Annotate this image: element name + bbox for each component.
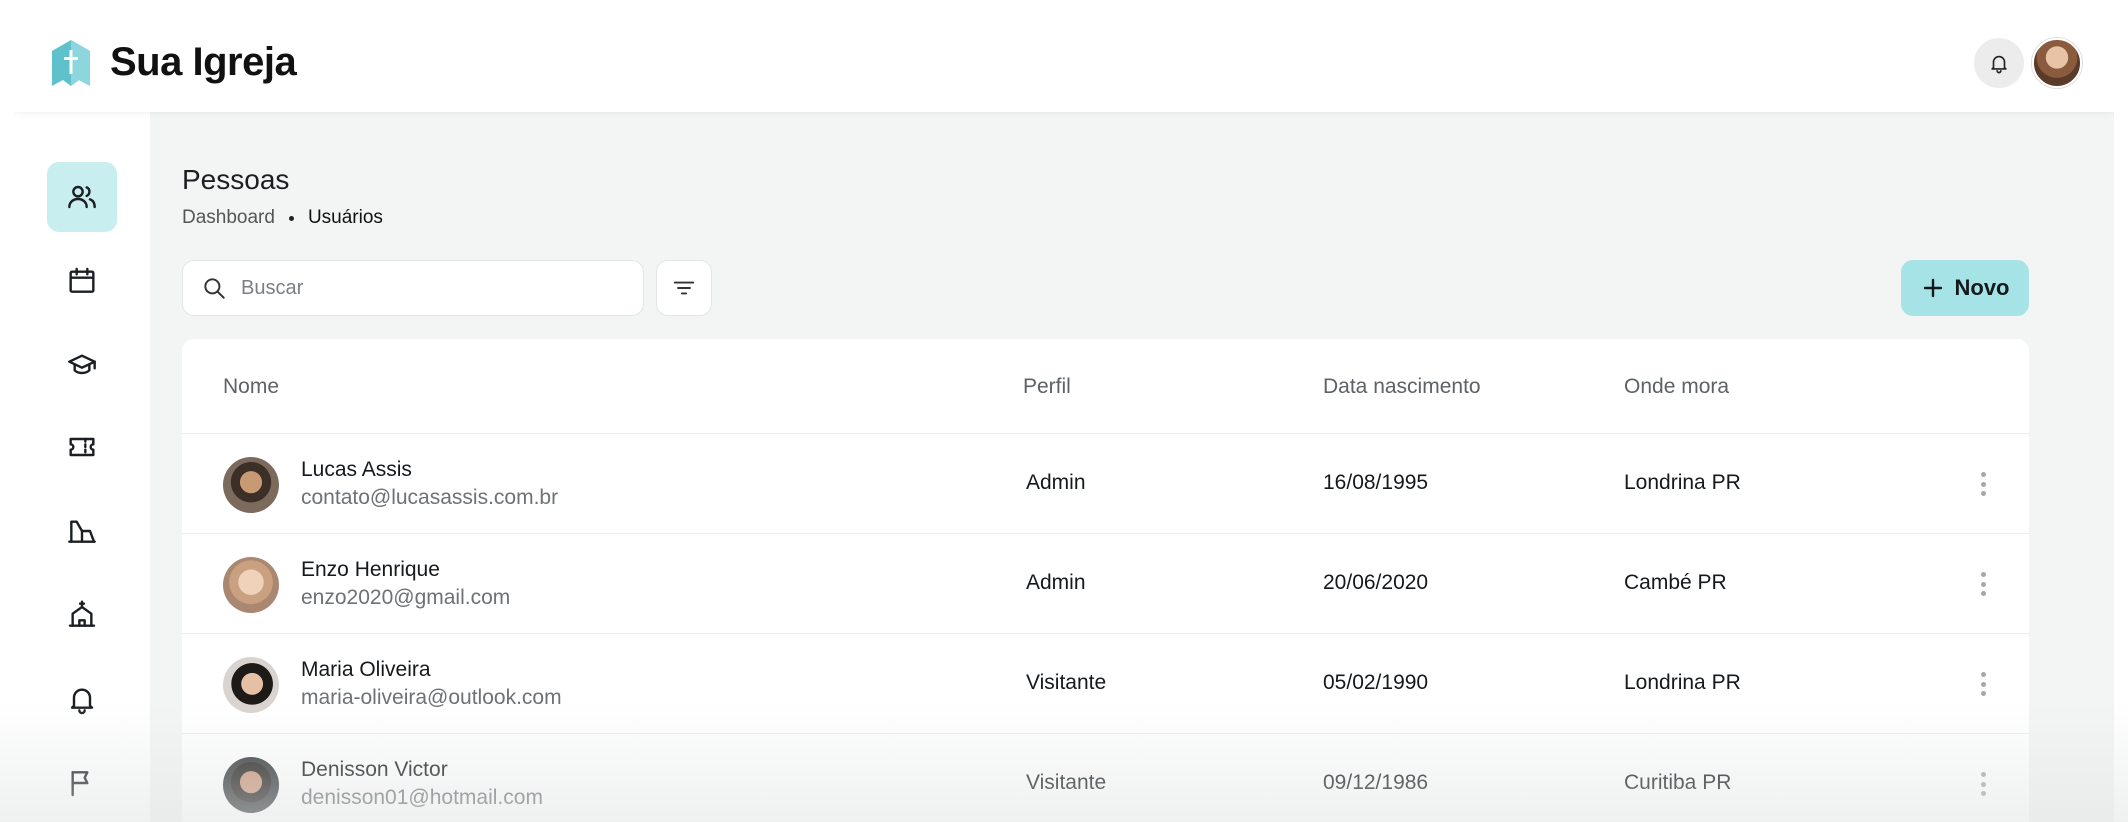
users-icon xyxy=(68,185,96,209)
app-window: Sua Igreja Pessoas Dashboard Usuários Bu… xyxy=(14,14,2114,822)
person-email: contato@lucasassis.com.br xyxy=(301,486,559,509)
column-header-profile[interactable]: Perfil xyxy=(1023,375,1071,399)
search-box[interactable] xyxy=(182,260,644,316)
main-content: Pessoas Dashboard Usuários Novo Nome xyxy=(182,112,2062,822)
sidebar-item-notifications[interactable] xyxy=(47,664,117,734)
church-icon xyxy=(68,600,96,627)
table-row[interactable]: Denisson Victor denisson01@hotmail.com V… xyxy=(182,734,2029,822)
kebab-dot xyxy=(1980,572,1986,577)
person-location: Londrina PR xyxy=(1624,471,1741,494)
building-icon xyxy=(68,520,96,543)
kebab-dot xyxy=(1980,591,1986,596)
page-title: Pessoas xyxy=(182,164,290,195)
table-row[interactable]: Lucas Assis contato@lucasassis.com.br Ad… xyxy=(182,434,2029,534)
sidebar-item-courses[interactable] xyxy=(47,330,117,400)
kebab-dot xyxy=(1980,691,1986,696)
top-bar: Sua Igreja xyxy=(14,14,2114,112)
person-email: maria-oliveira@outlook.com xyxy=(301,686,562,709)
person-profile: Visitante xyxy=(1026,771,1107,794)
kebab-dot xyxy=(1980,491,1986,496)
search-input[interactable] xyxy=(241,276,621,300)
person-location: Curitiba PR xyxy=(1624,771,1732,794)
column-header-name[interactable]: Nome xyxy=(223,375,279,399)
avatar xyxy=(223,757,279,813)
sidebar-item-calendar[interactable] xyxy=(47,246,117,316)
sidebar-item-buildings[interactable] xyxy=(47,496,117,566)
top-actions xyxy=(1974,38,2082,88)
person-email: denisson01@hotmail.com xyxy=(301,786,543,809)
person-email: enzo2020@gmail.com xyxy=(301,586,511,609)
person-birth-date: 16/08/1995 xyxy=(1323,471,1429,494)
ticket-icon xyxy=(69,437,95,457)
sidebar-item-events[interactable] xyxy=(47,412,117,482)
person-location: Londrina PR xyxy=(1624,671,1741,694)
person-birth-date: 20/06/2020 xyxy=(1323,571,1429,594)
breadcrumb: Dashboard Usuários xyxy=(182,207,383,229)
person-birth-date: 05/02/1990 xyxy=(1323,671,1429,694)
new-button-label: Novo xyxy=(1954,275,2010,300)
kebab-dot xyxy=(1980,791,1986,796)
kebab-dot xyxy=(1980,681,1986,687)
person-profile: Visitante xyxy=(1026,671,1107,694)
person-location: Cambé PR xyxy=(1624,571,1727,594)
filter-icon xyxy=(673,281,695,295)
kebab-dot xyxy=(1980,581,1986,587)
row-menu-button[interactable] xyxy=(1976,470,1990,498)
avatar xyxy=(223,657,279,713)
kebab-dot xyxy=(1980,772,1986,777)
kebab-dot xyxy=(1980,481,1986,487)
person-profile: Admin xyxy=(1026,471,1086,494)
kebab-dot xyxy=(1980,472,1986,477)
bell-icon xyxy=(1991,55,2007,74)
column-header-birth[interactable]: Data nascimento xyxy=(1323,375,1481,399)
row-menu-button[interactable] xyxy=(1976,570,1990,598)
avatar xyxy=(223,557,279,613)
breadcrumb-dashboard[interactable]: Dashboard xyxy=(182,207,275,229)
table-row[interactable]: Enzo Henrique enzo2020@gmail.com Admin 2… xyxy=(182,534,2029,634)
sidebar xyxy=(14,112,150,822)
person-name: Lucas Assis xyxy=(301,458,412,481)
person-name: Maria Oliveira xyxy=(301,658,431,681)
brand-name[interactable]: Sua Igreja xyxy=(110,40,297,85)
sidebar-item-churches[interactable] xyxy=(47,580,117,650)
column-header-location[interactable]: Onde mora xyxy=(1624,375,1729,399)
person-name: Denisson Victor xyxy=(301,758,448,781)
breadcrumb-current: Usuários xyxy=(307,207,383,228)
sidebar-item-people[interactable] xyxy=(47,162,117,232)
person-name: Enzo Henrique xyxy=(301,558,440,581)
search-icon xyxy=(204,278,225,299)
church-logo-icon[interactable] xyxy=(52,40,90,86)
kebab-dot xyxy=(1980,781,1986,787)
sidebar-item-reports[interactable] xyxy=(47,748,117,818)
avatar xyxy=(223,457,279,513)
person-profile: Admin xyxy=(1026,571,1086,594)
filter-button[interactable] xyxy=(656,260,712,316)
flag-icon xyxy=(71,771,89,797)
breadcrumb-separator xyxy=(288,215,294,221)
plus-icon xyxy=(1923,278,1942,298)
calendar-icon xyxy=(69,267,95,293)
user-avatar[interactable] xyxy=(2032,38,2082,88)
person-birth-date: 09/12/1986 xyxy=(1323,771,1429,794)
table-row[interactable]: Maria Oliveira maria-oliveira@outlook.co… xyxy=(182,634,2029,734)
notifications-button[interactable] xyxy=(1974,38,2024,88)
table-header: Nome Perfil Data nascimento Onde mora xyxy=(182,339,2029,434)
kebab-dot xyxy=(1980,672,1986,677)
row-menu-button[interactable] xyxy=(1976,770,1990,798)
graduation-cap-icon xyxy=(68,354,96,375)
row-menu-button[interactable] xyxy=(1976,670,1990,698)
bell-icon xyxy=(70,688,94,715)
new-person-button[interactable]: Novo xyxy=(1901,260,2029,316)
people-table: Nome Perfil Data nascimento Onde mora Lu… xyxy=(182,339,2029,822)
